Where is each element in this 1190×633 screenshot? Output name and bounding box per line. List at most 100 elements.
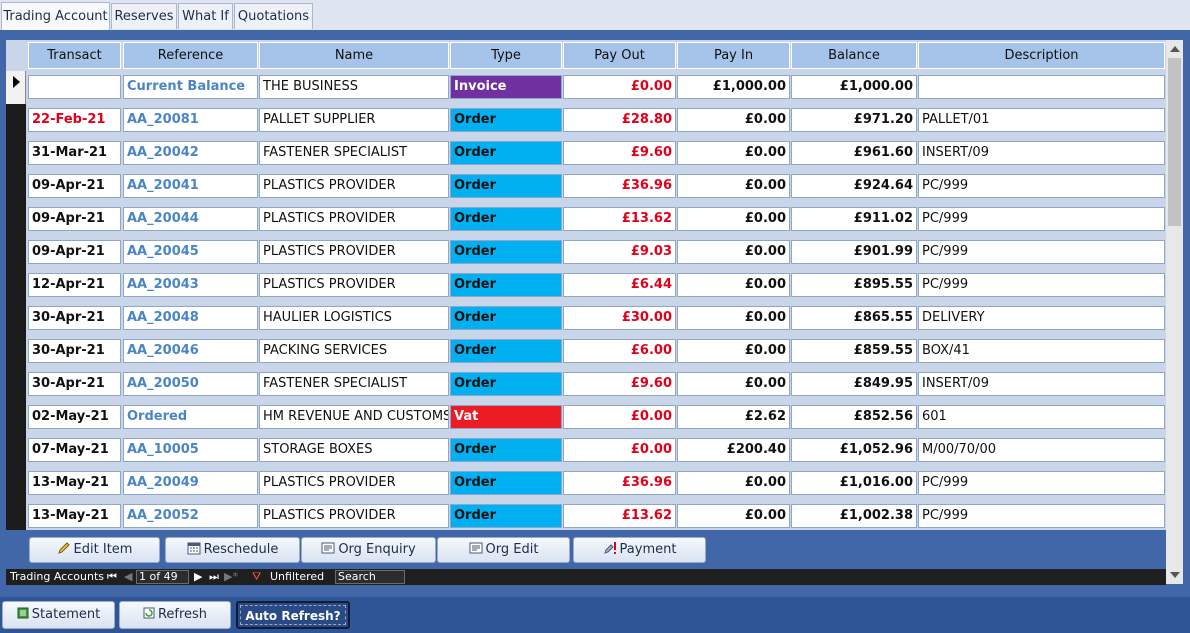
table-row[interactable]: 13-May-21 AA_20049 PLASTICS PROVIDER Order £…	[6, 467, 1166, 500]
name-cell[interactable]: PLASTICS PROVIDER	[259, 240, 449, 264]
description-cell[interactable]: PC/999	[918, 207, 1165, 231]
name-cell[interactable]: HM REVENUE AND CUSTOMS	[259, 405, 449, 429]
org-enquiry-button[interactable]: Org Enquiry	[301, 537, 436, 563]
payin-cell[interactable]: £0.00	[677, 108, 790, 132]
table-row[interactable]: Current Balance THE BUSINESS Invoice £0.00 £…	[6, 71, 1166, 104]
name-cell[interactable]: FASTENER SPECIALIST	[259, 141, 449, 165]
description-cell[interactable]: 601	[918, 405, 1165, 429]
payout-cell[interactable]: £36.96	[563, 471, 676, 495]
type-cell[interactable]: Order	[450, 174, 562, 198]
payout-cell[interactable]: £28.80	[563, 108, 676, 132]
reference-cell[interactable]: AA_20046	[123, 339, 258, 363]
balance-cell[interactable]: £849.95	[791, 372, 917, 396]
balance-cell[interactable]: £1,000.00	[791, 75, 917, 99]
description-cell[interactable]: INSERT/09	[918, 141, 1165, 165]
column-header-reference[interactable]: Reference	[123, 42, 258, 69]
transact-cell[interactable]: 07-May-21	[28, 438, 121, 462]
type-cell[interactable]: Vat	[450, 405, 562, 429]
transact-cell[interactable]: 09-Apr-21	[28, 240, 121, 264]
balance-cell[interactable]: £971.20	[791, 108, 917, 132]
description-cell[interactable]: M/00/70/00	[918, 438, 1165, 462]
description-cell[interactable]: PALLET/01	[918, 108, 1165, 132]
payin-cell[interactable]: £0.00	[677, 174, 790, 198]
description-cell[interactable]	[918, 75, 1165, 99]
reschedule-button[interactable]: Reschedule	[165, 537, 300, 563]
description-cell[interactable]: INSERT/09	[918, 372, 1165, 396]
type-cell[interactable]: Order	[450, 207, 562, 231]
transact-cell[interactable]	[28, 75, 121, 99]
new-record-icon[interactable]: ▶*	[224, 569, 238, 585]
balance-cell[interactable]: £1,016.00	[791, 471, 917, 495]
type-cell[interactable]: Order	[450, 108, 562, 132]
org-edit-button[interactable]: Org Edit	[437, 537, 570, 563]
type-cell[interactable]: Order	[450, 141, 562, 165]
payout-cell[interactable]: £6.00	[563, 339, 676, 363]
payin-cell[interactable]: £200.40	[677, 438, 790, 462]
reference-cell[interactable]: AA_20050	[123, 372, 258, 396]
table-row[interactable]: 12-Apr-21 AA_20043 PLASTICS PROVIDER Order £…	[6, 269, 1166, 302]
type-cell[interactable]: Order	[450, 339, 562, 363]
transact-cell[interactable]: 22-Feb-21	[28, 108, 121, 132]
payin-cell[interactable]: £2.62	[677, 405, 790, 429]
balance-cell[interactable]: £852.56	[791, 405, 917, 429]
table-row[interactable]: 02-May-21 Ordered HM REVENUE AND CUSTOMS Va…	[6, 401, 1166, 434]
tab-quotations[interactable]: Quotations	[234, 3, 313, 29]
refresh-button[interactable]: Refresh	[119, 601, 231, 629]
record-selector[interactable]	[6, 170, 26, 203]
reference-cell[interactable]: AA_20049	[123, 471, 258, 495]
payin-cell[interactable]: £1,000.00	[677, 75, 790, 99]
column-header-pay-in[interactable]: Pay In	[677, 42, 790, 69]
table-row[interactable]: 13-May-21 AA_20052 PLASTICS PROVIDER Order £…	[6, 500, 1166, 530]
description-cell[interactable]: DELIVERY	[918, 306, 1165, 330]
reference-cell[interactable]: AA_20052	[123, 504, 258, 528]
description-cell[interactable]: PC/999	[918, 504, 1165, 528]
payout-cell[interactable]: £36.96	[563, 174, 676, 198]
record-selector[interactable]	[6, 500, 26, 530]
transact-cell[interactable]: 12-Apr-21	[28, 273, 121, 297]
last-record-icon[interactable]: ⏭	[209, 569, 219, 585]
name-cell[interactable]: PLASTICS PROVIDER	[259, 504, 449, 528]
payin-cell[interactable]: £0.00	[677, 504, 790, 528]
type-cell[interactable]: Order	[450, 306, 562, 330]
name-cell[interactable]: PACKING SERVICES	[259, 339, 449, 363]
column-header-type[interactable]: Type	[450, 42, 562, 69]
reference-cell[interactable]: AA_20045	[123, 240, 258, 264]
record-selector[interactable]	[6, 104, 26, 137]
reference-cell[interactable]: AA_20042	[123, 141, 258, 165]
reference-cell[interactable]: AA_10005	[123, 438, 258, 462]
reference-cell[interactable]: Current Balance	[123, 75, 258, 99]
transact-cell[interactable]: 31-Mar-21	[28, 141, 121, 165]
balance-cell[interactable]: £961.60	[791, 141, 917, 165]
payout-cell[interactable]: £9.60	[563, 141, 676, 165]
balance-cell[interactable]: £865.55	[791, 306, 917, 330]
table-row[interactable]: 30-Apr-21 AA_20050 FASTENER SPECIALIST Orde…	[6, 368, 1166, 401]
payin-cell[interactable]: £0.00	[677, 339, 790, 363]
first-record-icon[interactable]: ⏮	[107, 569, 117, 585]
record-selector[interactable]	[6, 434, 26, 467]
record-selector[interactable]	[6, 137, 26, 170]
payin-cell[interactable]: £0.00	[677, 240, 790, 264]
type-cell[interactable]: Order	[450, 372, 562, 396]
column-header-balance[interactable]: Balance	[791, 42, 917, 69]
next-record-icon[interactable]: ▶	[194, 569, 202, 585]
balance-cell[interactable]: £911.02	[791, 207, 917, 231]
current-record-field[interactable]: 1 of 49	[136, 570, 189, 584]
vertical-scrollbar[interactable]	[1166, 40, 1183, 584]
description-cell[interactable]: PC/999	[918, 273, 1165, 297]
name-cell[interactable]: PLASTICS PROVIDER	[259, 471, 449, 495]
payout-cell[interactable]: £13.62	[563, 504, 676, 528]
tab-what-if[interactable]: What If	[178, 3, 233, 29]
name-cell[interactable]: FASTENER SPECIALIST	[259, 372, 449, 396]
payout-cell[interactable]: £30.00	[563, 306, 676, 330]
type-cell[interactable]: Order	[450, 471, 562, 495]
record-selector[interactable]	[6, 467, 26, 500]
reference-cell[interactable]: AA_20044	[123, 207, 258, 231]
name-cell[interactable]: PLASTICS PROVIDER	[259, 207, 449, 231]
tab-trading-account[interactable]: Trading Account	[1, 2, 110, 30]
name-cell[interactable]: HAULIER LOGISTICS	[259, 306, 449, 330]
name-cell[interactable]: PLASTICS PROVIDER	[259, 273, 449, 297]
description-cell[interactable]: BOX/41	[918, 339, 1165, 363]
name-cell[interactable]: THE BUSINESS	[259, 75, 449, 99]
reference-cell[interactable]: AA_20081	[123, 108, 258, 132]
description-cell[interactable]: PC/999	[918, 240, 1165, 264]
